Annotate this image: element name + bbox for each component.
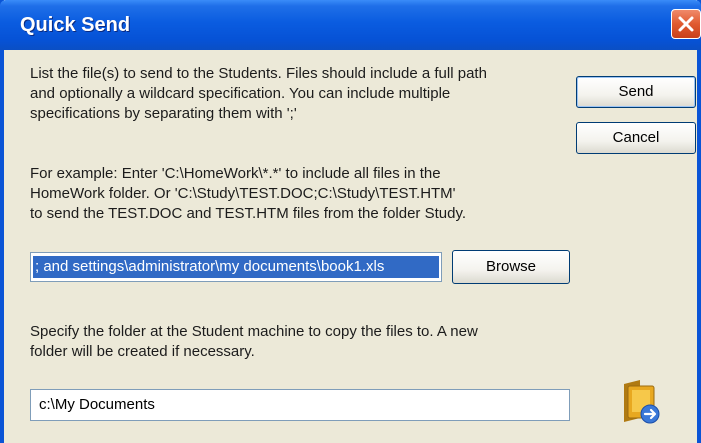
folder-send-icon[interactable] — [618, 378, 662, 426]
file-path-input[interactable]: ; and settings\administrator\my document… — [30, 252, 442, 282]
quick-send-dialog: Quick Send List the file(s) to send to t… — [0, 0, 701, 443]
browse-button[interactable]: Browse — [452, 250, 570, 284]
file-path-value: ; and settings\administrator\my document… — [33, 256, 439, 278]
window-title: Quick Send — [20, 14, 131, 36]
send-button[interactable]: Send — [576, 76, 696, 108]
destination-label: Specify the folder at the Student machin… — [30, 323, 478, 360]
cancel-button[interactable]: Cancel — [576, 122, 696, 154]
close-button[interactable] — [671, 9, 701, 39]
destination-folder-input[interactable]: c:\My Documents — [30, 389, 570, 421]
instructions-text: List the file(s) to send to the Students… — [30, 65, 487, 122]
example-text: For example: Enter 'C:\HomeWork\*.*' to … — [30, 165, 467, 222]
close-icon — [678, 16, 694, 32]
title-bar[interactable]: Quick Send — [0, 0, 701, 50]
